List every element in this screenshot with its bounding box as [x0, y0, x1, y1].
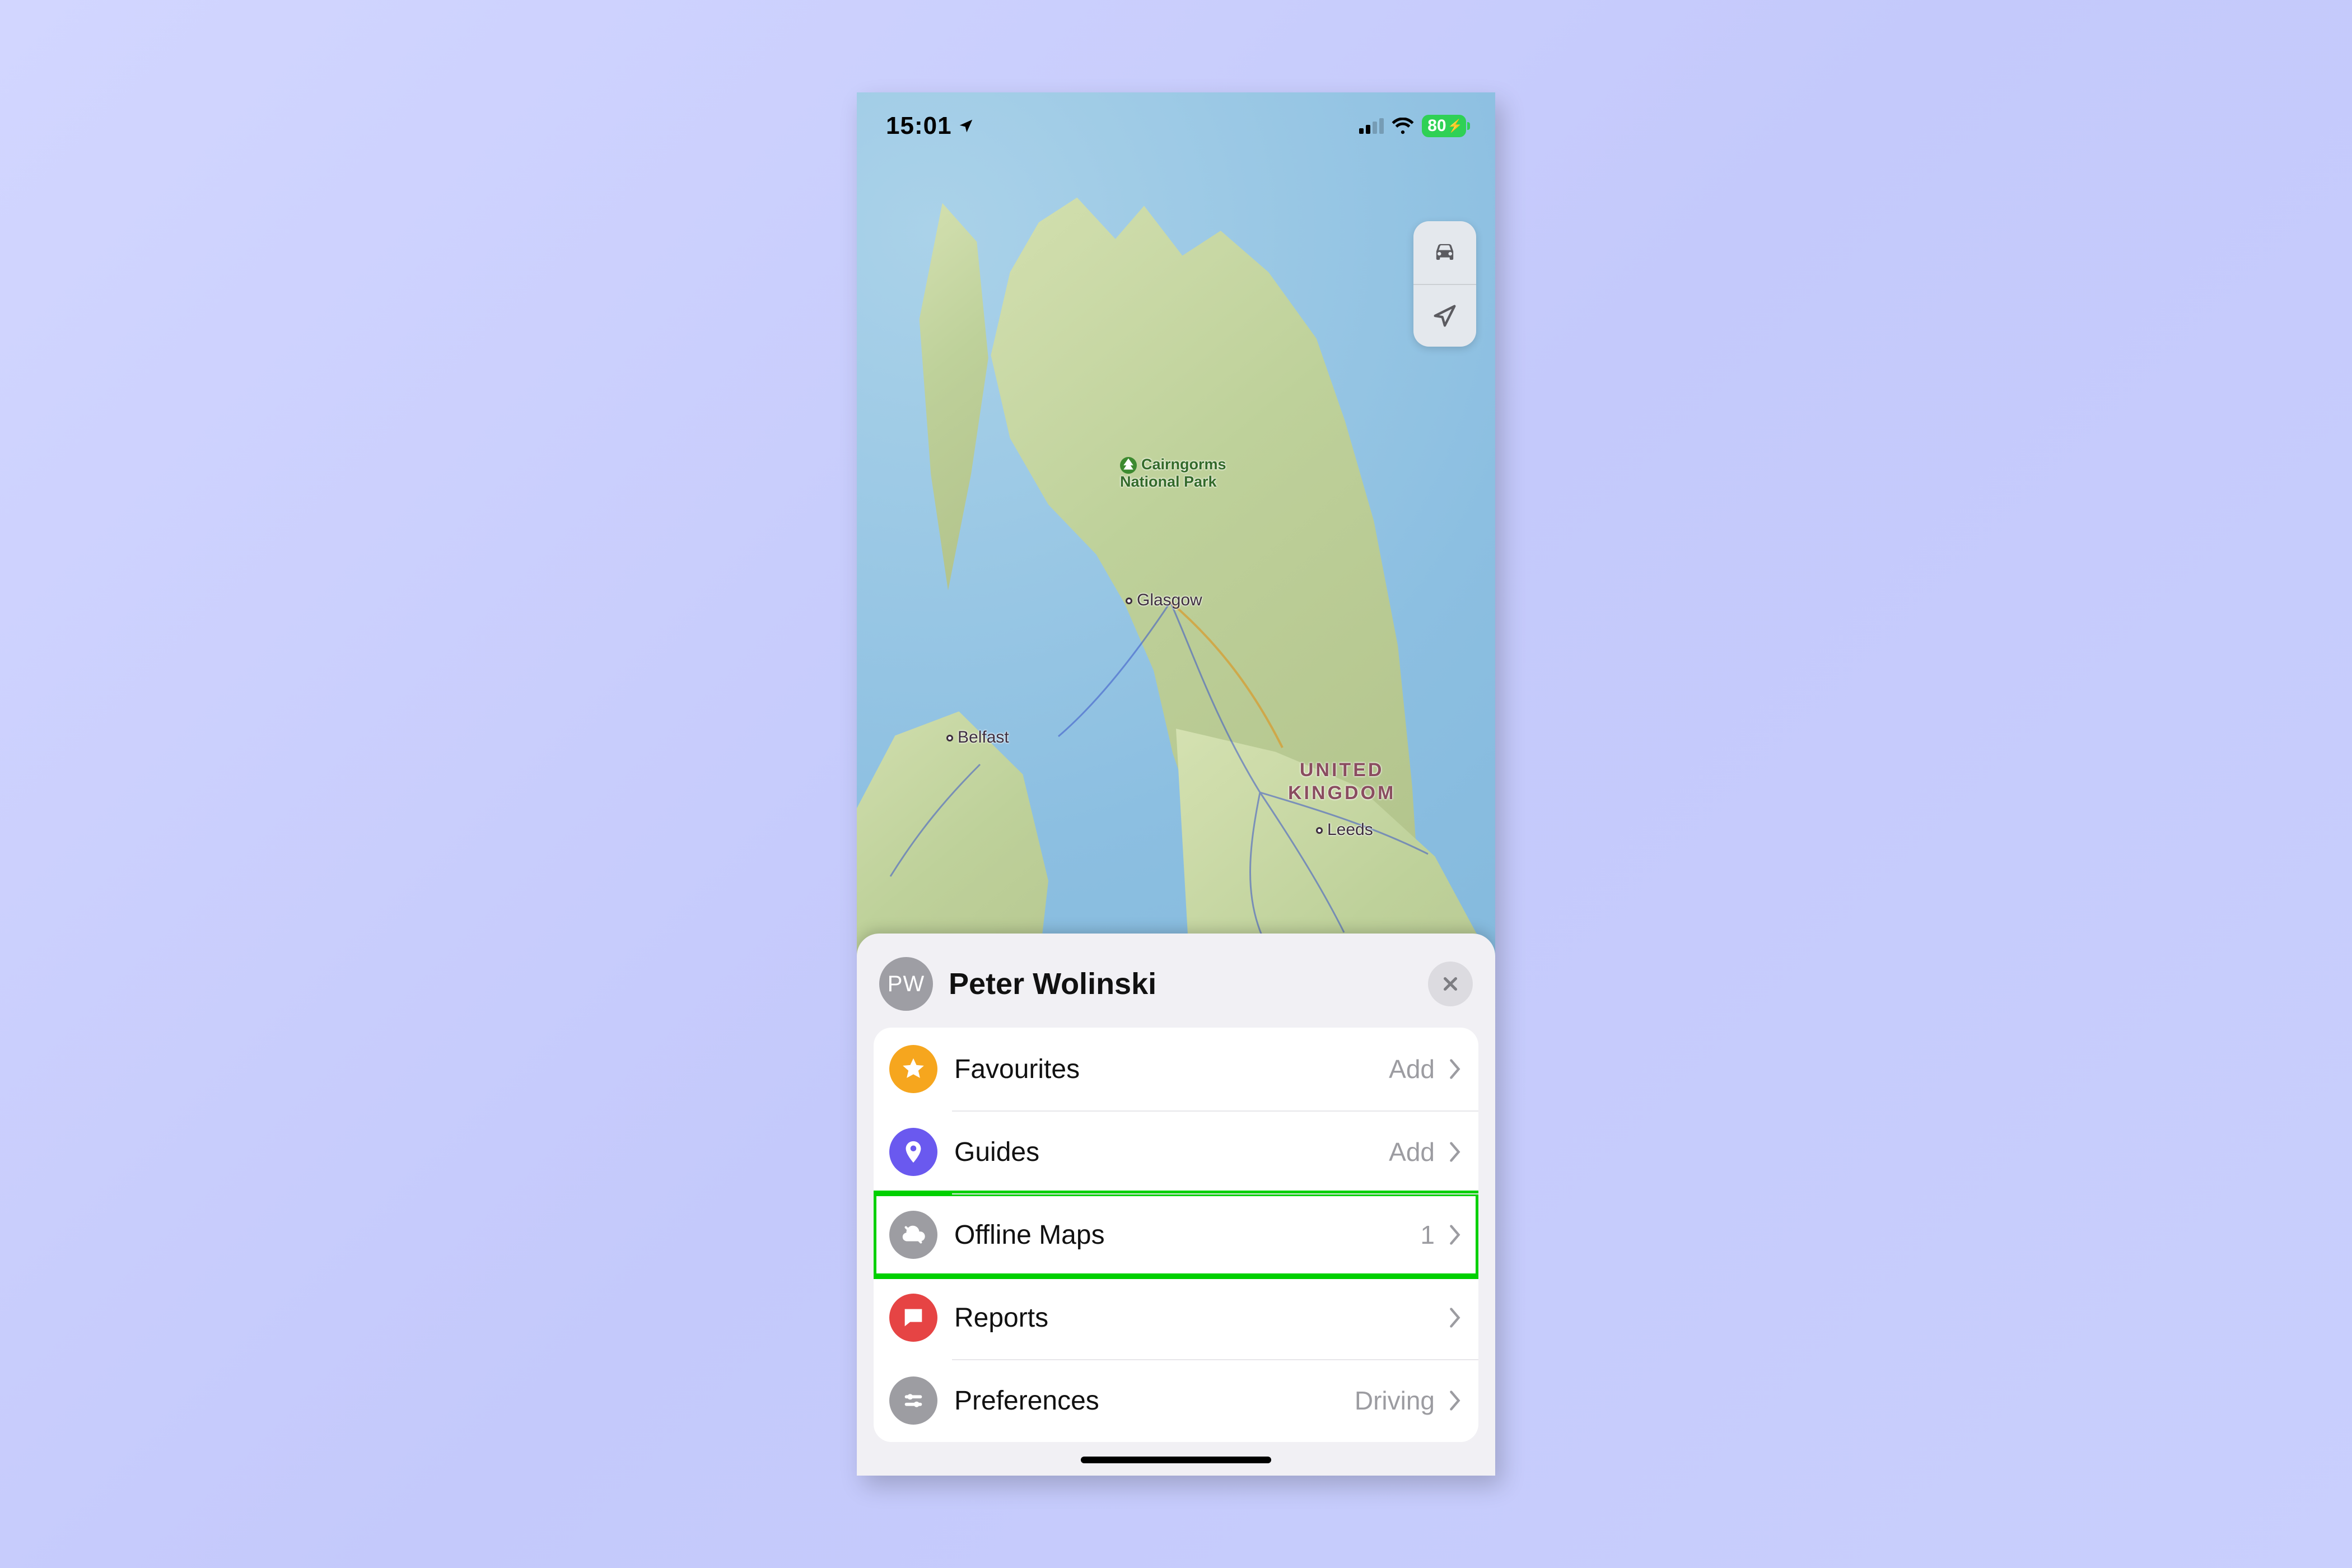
- alert-icon: [889, 1294, 937, 1342]
- map-label-glasgow[interactable]: Glasgow: [1126, 591, 1202, 610]
- map-label-text: Glasgow: [1137, 591, 1202, 609]
- menu-row-reports[interactable]: Reports: [874, 1276, 1478, 1359]
- battery-indicator: 80⚡: [1422, 115, 1466, 137]
- city-dot-icon: [1126, 598, 1132, 604]
- status-time: 15:01: [886, 112, 974, 140]
- row-label: Preferences: [954, 1385, 1099, 1416]
- profile-sheet: PW Peter Wolinski Favourites Add: [857, 934, 1495, 1476]
- home-indicator[interactable]: [1081, 1457, 1271, 1463]
- wifi-icon: [1392, 118, 1414, 134]
- city-dot-icon: [946, 735, 953, 741]
- status-bar: 15:01 80⚡: [857, 92, 1495, 160]
- close-button[interactable]: [1428, 962, 1473, 1006]
- row-tail-text: Add: [1389, 1054, 1435, 1084]
- city-dot-icon: [1316, 827, 1323, 834]
- cell-signal-icon: [1359, 118, 1384, 134]
- row-tail-text: Driving: [1355, 1385, 1435, 1416]
- map-label-cairngorms[interactable]: Cairngorms National Park: [1120, 456, 1226, 491]
- driving-mode-button[interactable]: [1413, 221, 1476, 284]
- row-label: Offline Maps: [954, 1220, 1105, 1250]
- row-label: Favourites: [954, 1054, 1080, 1085]
- map-label-uk: UNITED KINGDOM: [1288, 759, 1396, 805]
- row-tail-text: Add: [1389, 1137, 1435, 1167]
- user-name: Peter Wolinski: [949, 967, 1156, 1001]
- row-label: Reports: [954, 1303, 1048, 1333]
- sliders-icon: [889, 1376, 937, 1425]
- menu-row-guides[interactable]: Guides Add: [874, 1110, 1478, 1193]
- map-label-text: Belfast: [958, 728, 1009, 746]
- locate-me-button[interactable]: [1413, 284, 1476, 347]
- location-arrow-icon: [1430, 301, 1459, 330]
- car-icon: [1430, 238, 1459, 267]
- phone-frame: Cairngorms National Park Glasgow Belfast…: [857, 92, 1495, 1476]
- menu-row-preferences[interactable]: Preferences Driving: [874, 1359, 1478, 1442]
- menu-row-offline-maps[interactable]: Offline Maps 1: [874, 1193, 1478, 1276]
- location-arrow-icon: [958, 118, 974, 134]
- sheet-header: PW Peter Wolinski: [874, 955, 1478, 1028]
- row-tail-text: 1: [1420, 1220, 1435, 1250]
- chevron-right-icon: [1447, 1057, 1463, 1081]
- close-icon: [1440, 973, 1461, 995]
- avatar[interactable]: PW: [879, 957, 933, 1011]
- menu-row-favourites[interactable]: Favourites Add: [874, 1028, 1478, 1110]
- cloud-off-icon: [889, 1211, 937, 1259]
- chevron-right-icon: [1447, 1140, 1463, 1164]
- map-controls: [1413, 221, 1476, 347]
- map-label-text: Leeds: [1327, 820, 1373, 839]
- bolt-icon: ⚡: [1448, 119, 1463, 133]
- pin-icon: [889, 1128, 937, 1176]
- menu-list: Favourites Add Guides Add: [874, 1028, 1478, 1442]
- map-label-belfast[interactable]: Belfast: [946, 728, 1009, 747]
- chevron-right-icon: [1447, 1222, 1463, 1247]
- tree-icon: [1120, 457, 1137, 474]
- chevron-right-icon: [1447, 1388, 1463, 1413]
- map-label-leeds[interactable]: Leeds: [1316, 820, 1373, 839]
- row-label: Guides: [954, 1137, 1039, 1168]
- chevron-right-icon: [1447, 1305, 1463, 1330]
- star-icon: [889, 1045, 937, 1093]
